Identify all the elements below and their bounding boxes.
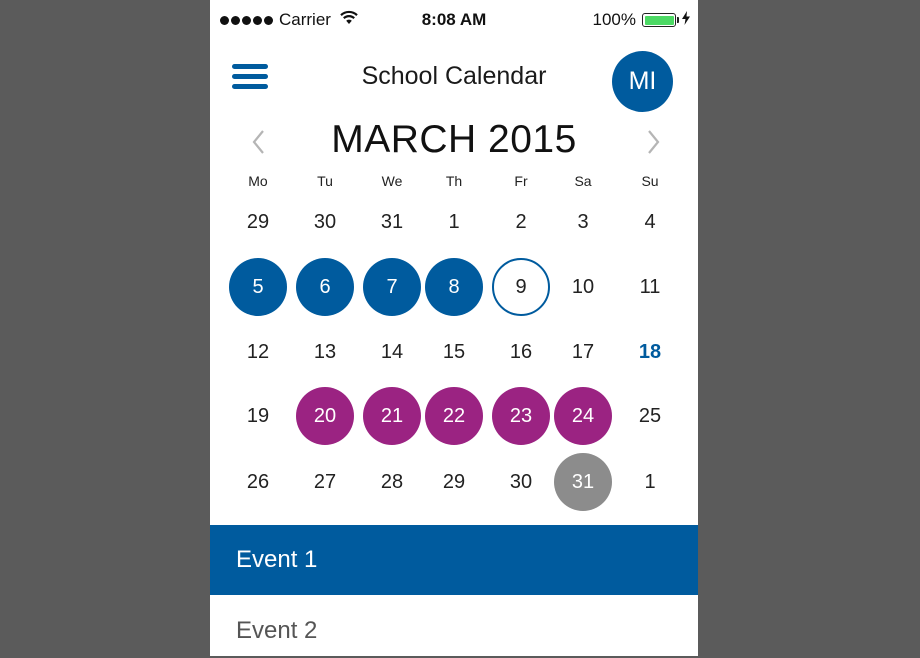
- calendar-day[interactable]: 10: [554, 258, 612, 316]
- weekday-label: We: [381, 173, 403, 189]
- weekday-label: Mo: [248, 173, 268, 189]
- calendar-day[interactable]: 24: [554, 387, 612, 445]
- calendar-day[interactable]: 23: [492, 387, 550, 445]
- battery-percent: 100%: [592, 10, 636, 29]
- calendar-day[interactable]: 29: [425, 453, 483, 511]
- weekday-label: Su: [641, 173, 659, 189]
- charging-bolt-icon: [682, 10, 690, 30]
- battery-level-fill: [644, 15, 674, 25]
- calendar-day[interactable]: 29: [229, 193, 287, 251]
- calendar-day[interactable]: 11: [621, 258, 679, 316]
- calendar-day[interactable]: 4: [621, 193, 679, 251]
- calendar-day[interactable]: 20: [296, 387, 354, 445]
- calendar-day[interactable]: 17: [554, 323, 612, 381]
- event-item[interactable]: Event 1: [210, 525, 698, 595]
- calendar-day[interactable]: 9: [492, 258, 550, 316]
- calendar-day[interactable]: 8: [425, 258, 483, 316]
- event-label: Event 2: [236, 617, 318, 644]
- calendar-day[interactable]: 31: [554, 453, 612, 511]
- calendar-day[interactable]: 30: [296, 193, 354, 251]
- calendar-day[interactable]: 22: [425, 387, 483, 445]
- event-item[interactable]: Event 2: [210, 596, 698, 656]
- calendar-day[interactable]: 25: [621, 387, 679, 445]
- status-right: 100%: [593, 10, 690, 30]
- calendar-day[interactable]: 1: [425, 193, 483, 251]
- calendar-day[interactable]: 31: [363, 193, 421, 251]
- app-header: School Calendar MI: [210, 40, 698, 116]
- weekday-label: Tu: [317, 173, 333, 189]
- calendar-day[interactable]: 16: [492, 323, 550, 381]
- calendar-day[interactable]: 19: [229, 387, 287, 445]
- calendar-day[interactable]: 2: [492, 193, 550, 251]
- calendar-day[interactable]: 28: [363, 453, 421, 511]
- calendar-day[interactable]: 7: [363, 258, 421, 316]
- weekday-label: Fr: [514, 173, 528, 189]
- chevron-right-icon[interactable]: [641, 127, 665, 157]
- calendar-day[interactable]: 12: [229, 323, 287, 381]
- calendar-day[interactable]: 3: [554, 193, 612, 251]
- calendar-day[interactable]: 5: [229, 258, 287, 316]
- calendar-day[interactable]: 18: [621, 323, 679, 381]
- calendar-day[interactable]: 1: [621, 453, 679, 511]
- calendar-day[interactable]: 26: [229, 453, 287, 511]
- calendar-day[interactable]: 30: [492, 453, 550, 511]
- calendar-day[interactable]: 21: [363, 387, 421, 445]
- calendar-day[interactable]: 14: [363, 323, 421, 381]
- event-label: Event 1: [236, 546, 318, 573]
- battery-icon: [642, 13, 679, 27]
- status-bar: Carrier 8:08 AM 100%: [210, 0, 698, 38]
- avatar[interactable]: MI: [612, 51, 673, 112]
- calendar-day[interactable]: 6: [296, 258, 354, 316]
- calendar-day[interactable]: 27: [296, 453, 354, 511]
- calendar-day[interactable]: 15: [425, 323, 483, 381]
- month-title: MARCH 2015: [331, 118, 577, 161]
- weekday-label: Sa: [574, 173, 592, 189]
- calendar-day[interactable]: 13: [296, 323, 354, 381]
- phone-screen: Carrier 8:08 AM 100% School Calendar MI …: [210, 0, 698, 656]
- weekday-label: Th: [445, 173, 463, 189]
